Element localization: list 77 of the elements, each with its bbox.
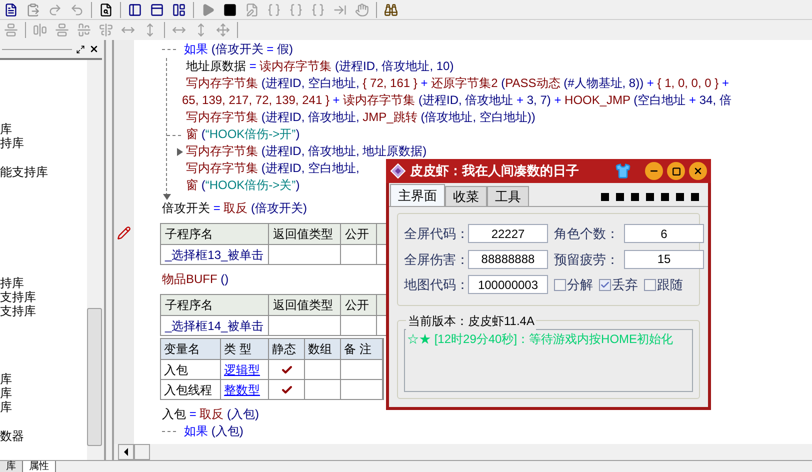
library-item[interactable]: 库 — [0, 400, 12, 414]
field-label: 地图代码： — [404, 276, 462, 294]
panel-tab[interactable]: 属性 — [23, 461, 56, 472]
column-header: 返回值类型 — [269, 295, 341, 315]
code-line: 物品BUFF () — [162, 271, 229, 288]
input-field[interactable]: 88888888 — [468, 250, 548, 269]
table-cell: 整数型 — [221, 380, 269, 399]
library-item[interactable]: 库 — [0, 122, 12, 136]
column-header: 返回值类型 — [269, 224, 341, 244]
column-header: 变量名 — [161, 339, 221, 359]
library-item[interactable]: 持库 — [0, 136, 24, 150]
field-label: 全屏代码： — [404, 225, 462, 243]
column-header: 公开 — [341, 224, 377, 244]
shirt-icon — [615, 163, 631, 179]
input-field[interactable]: 100000003 — [468, 275, 548, 294]
logo-icon — [390, 163, 406, 179]
code-line: 写内存字节集 (进程ID, 倍攻地址, JMP_跳转 (倍攻地址, 空白地址)) — [186, 109, 536, 126]
close-icon — [89, 44, 99, 54]
maximize-icon — [672, 166, 680, 176]
check-icon — [600, 280, 610, 290]
minimize-button[interactable] — [645, 162, 663, 180]
panel-tab[interactable]: 库 — [0, 461, 23, 472]
arrow-icon — [177, 148, 183, 156]
scrollbar[interactable] — [87, 60, 102, 460]
code-line: 如果 (倍攻开关 = 假) — [184, 41, 294, 58]
pencil-icon — [117, 226, 131, 240]
code-line: 窗 (“HOOK倍伤->开”) — [186, 126, 300, 143]
library-item[interactable]: 库 — [0, 386, 12, 400]
window-title: 皮皮虾：我在人间凑数的日子 — [410, 162, 579, 180]
maximize-button[interactable] — [667, 162, 685, 180]
code-line: 写内存字节集 (进程ID, 空白地址, { 72, 161 } + 还原字节集2 (PASS动态 (#人物基址, 8)) + { 1, 0, 0, 0 } + — [186, 75, 729, 92]
input-field[interactable]: 22227 — [468, 224, 548, 244]
column-header: 静态 — [269, 339, 305, 359]
table-cell: 入包 — [161, 360, 221, 379]
checkbox[interactable]: 分解 — [554, 275, 593, 294]
field-label: 角色个数： — [554, 225, 618, 243]
close-button[interactable] — [689, 162, 707, 180]
library-item[interactable]: 库 — [0, 372, 12, 386]
field-label: 预留疲劳： — [554, 250, 618, 268]
library-item[interactable]: 持库 — [0, 276, 24, 290]
column-header: 数组 — [305, 339, 341, 359]
code-line: 如果 (入包) — [184, 423, 244, 440]
column-header: 备 注 — [341, 339, 383, 359]
library-item[interactable]: 能支持库 — [0, 165, 48, 179]
checkbox[interactable]: 丢弃 — [599, 275, 638, 294]
column-header: 子程序名 — [161, 295, 269, 315]
arrow-icon — [163, 194, 171, 200]
restore-icon — [76, 44, 84, 54]
table-cell: 逻辑型 — [221, 360, 269, 379]
input-field[interactable]: 6 — [624, 224, 704, 244]
input-field[interactable]: 15 — [624, 250, 704, 269]
column-header: 公开 — [341, 295, 377, 315]
log-text: ☆★ [12时29分40秒]：等待游戏内按HOME初始化 — [407, 332, 674, 346]
table-cell: _选择框13_被单击 — [161, 245, 269, 264]
field-label: 全屏伤害： — [404, 250, 462, 268]
table-cell: 入包线程 — [161, 380, 221, 399]
column-header: 类 型 — [221, 339, 269, 359]
tab[interactable]: 收菜 — [445, 186, 487, 206]
code-line: 倍攻开关 = 取反 (倍攻开关) — [162, 200, 308, 217]
checkbox[interactable]: 跟随 — [644, 275, 683, 294]
library-item[interactable]: 支持库 — [0, 304, 36, 318]
code-line: 65, 139, 217, 72, 139, 241 } + 读内存字节集 (进程ID, 倍攻地址 + 3, 7) + HOOK_JMP (空白地址 + 34, 倍 — [182, 92, 732, 109]
column-header: 子程序名 — [161, 224, 269, 244]
table-cell: _选择框14_被单击 — [161, 316, 269, 335]
library-item[interactable]: 数器 — [0, 429, 24, 443]
code-line: 写内存字节集 (进程ID, 空白地址, — [186, 160, 360, 177]
scroll-thumb[interactable] — [134, 444, 150, 460]
code-line: 窗 (“HOOK倍伤->关”) — [186, 177, 300, 194]
code-line: 写内存字节集 (进程ID, 倍攻地址, 地址原数据) — [186, 143, 427, 160]
tab[interactable]: 主界面 — [390, 184, 445, 206]
library-item[interactable]: 支持库 — [0, 290, 36, 304]
tab[interactable]: 工具 — [487, 186, 529, 206]
code-line: 地址原数据 = 读内存字节集 (进程ID, 倍攻地址, 10) — [186, 58, 454, 75]
close-icon — [693, 166, 703, 176]
close-button[interactable] — [88, 43, 100, 55]
restore-button[interactable] — [74, 43, 86, 55]
code-line: 入包 = 取反 (入包) — [162, 406, 260, 423]
